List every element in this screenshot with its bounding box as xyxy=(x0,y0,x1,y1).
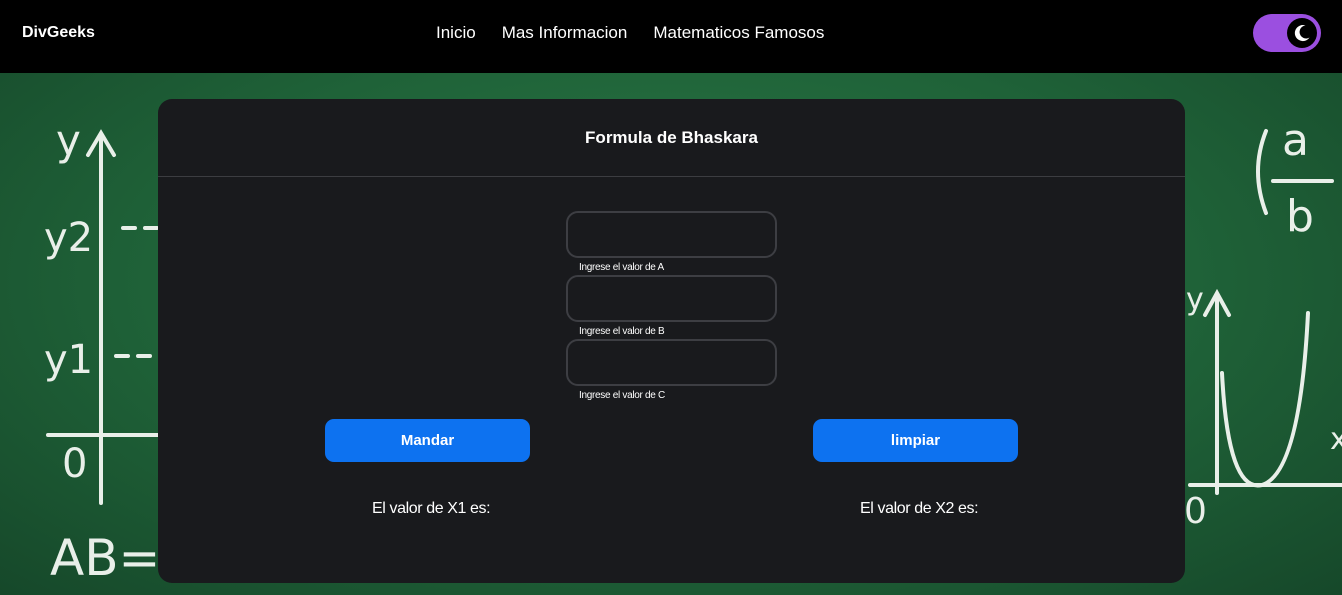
chalk-parabola xyxy=(1220,311,1310,488)
brand-logo[interactable]: DivGeeks xyxy=(22,24,95,42)
chalk-label-a: a xyxy=(1282,115,1309,166)
chalk-label-x-right: x xyxy=(1330,422,1342,457)
theme-toggle[interactable] xyxy=(1253,14,1321,52)
bhaskara-card: Formula de Bhaskara Ingrese el valor de … xyxy=(158,99,1185,583)
chalk-label-b: b xyxy=(1286,191,1314,242)
page-title: Formula de Bhaskara xyxy=(585,127,758,147)
chalk-label-ab: AB= xyxy=(50,529,160,587)
label-a: Ingrese el valor de A xyxy=(579,262,664,273)
toggle-knob xyxy=(1287,18,1317,48)
moon-icon xyxy=(1294,25,1310,42)
input-a[interactable] xyxy=(566,211,777,258)
nav-link-matematicos-famosos[interactable]: Matematicos Famosos xyxy=(653,23,824,43)
clear-button[interactable]: limpiar xyxy=(813,419,1018,462)
chalk-label-y2: y2 xyxy=(44,215,93,261)
label-c: Ingrese el valor de C xyxy=(579,390,665,401)
chalk-label-y-right: y xyxy=(1186,282,1204,317)
label-b: Ingrese el valor de B xyxy=(579,326,665,337)
nav-link-mas-informacion[interactable]: Mas Informacion xyxy=(502,23,628,43)
nav-link-inicio[interactable]: Inicio xyxy=(436,23,476,43)
card-header: Formula de Bhaskara xyxy=(158,99,1185,177)
chalk-label-y: y xyxy=(56,116,81,165)
submit-button[interactable]: Mandar xyxy=(325,419,530,462)
result-x2: El valor de X2 es: xyxy=(860,500,979,517)
chalk-label-origin: 0 xyxy=(62,441,87,487)
input-b[interactable] xyxy=(566,275,777,322)
navbar: DivGeeks Inicio Mas Informacion Matemati… xyxy=(0,0,1342,73)
chalk-paren-left xyxy=(1256,129,1268,215)
result-x1: El valor de X1 es: xyxy=(372,500,491,517)
chalk-label-origin-right: 0 xyxy=(1184,491,1207,532)
nav-links: Inicio Mas Informacion Matematicos Famos… xyxy=(436,23,824,43)
chalk-label-y1: y1 xyxy=(44,337,93,383)
input-c[interactable] xyxy=(566,339,777,386)
